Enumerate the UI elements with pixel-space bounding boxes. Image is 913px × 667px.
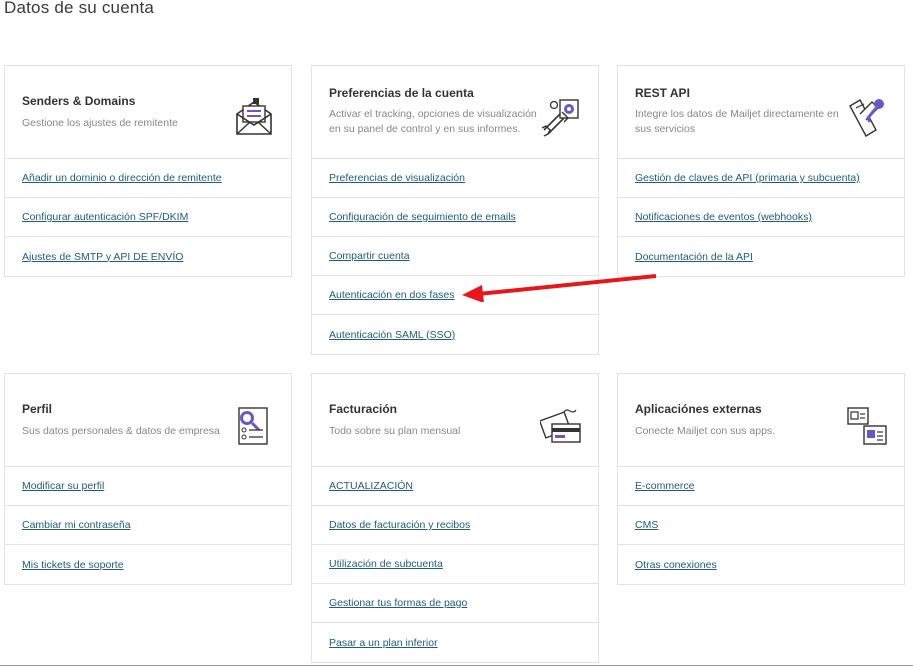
card-link-row: Otras conexiones [618,545,904,584]
card-link-row: CMS [618,506,904,545]
card-link-row: ACTUALIZACIÓN [312,467,598,506]
link-support-tickets[interactable]: Mis tickets de soporte [22,559,124,571]
api-keys-icon [849,99,884,137]
card-title: Facturación [329,402,398,416]
card-header: REST API Integre los datos de Mailjet di… [618,66,904,159]
card-description: Integre los datos de Mailjet directament… [635,108,839,135]
envelope-icon [236,98,272,135]
card-title: Preferencias de la cuenta [329,86,474,100]
card-senders-domains: Senders & Domains Gestione los ajustes d… [4,65,292,277]
card-title: Aplicaciónes externas [635,402,762,416]
card-link-row: Pasar a un plan inferior [312,623,598,662]
card-link-row: Gestión de claves de API (primaria y sub… [618,159,904,198]
card-link-row: Autenticación SAML (SSO) [312,315,598,354]
card-link-row: Notificaciones de eventos (webhooks) [618,198,904,237]
card-link-row: Modificar su perfil [5,467,291,506]
card-title: REST API [635,86,690,100]
card-description: Conecte Mailjet con sus apps. [635,425,776,437]
billing-card-icon [540,409,581,443]
external-apps-icon [847,407,887,445]
card-title: Senders & Domains [22,94,136,108]
card-link-row: Preferencias de visualización [312,159,598,198]
card-link-row: Utilización de subcuenta [312,545,598,584]
card-link-row: Datos de facturación y recibos [312,506,598,545]
card-header: Perfil Sus datos personales & datos de e… [5,374,291,467]
card-description: Sus datos personales & datos de empresa [22,425,220,437]
link-webhooks[interactable]: Notificaciones de eventos (webhooks) [635,211,812,223]
card-billing: Facturación Todo sobre su plan mensual A… [311,373,599,663]
link-share-account[interactable]: Compartir cuenta [329,250,410,262]
card-link-row: Configurar autenticación SPF/DKIM [5,198,291,237]
link-billing-details[interactable]: Datos de facturación y recibos [329,519,470,531]
link-api-keys[interactable]: Gestión de claves de API (primaria y sub… [635,172,860,184]
link-saml-sso[interactable]: Autenticación SAML (SSO) [329,329,455,341]
card-header: Aplicaciónes externas Conecte Mailjet co… [618,374,904,467]
card-rest-api: REST API Integre los datos de Mailjet di… [617,65,905,277]
link-payment-methods[interactable]: Gestionar tus formas de pago [329,597,467,609]
link-two-factor-auth[interactable]: Autenticación en dos fases [329,289,455,301]
link-upgrade[interactable]: ACTUALIZACIÓN [329,480,413,492]
link-smtp-api[interactable]: Ajustes de SMTP y API DE ENVÍO [22,251,183,263]
card-profile: Perfil Sus datos personales & datos de e… [4,373,292,585]
card-header: Preferencias de la cuenta Activar el tra… [312,66,598,159]
link-downgrade-plan[interactable]: Pasar a un plan inferior [329,637,438,649]
card-description: Gestione los ajustes de remitente [22,117,178,129]
card-account-preferences: Preferencias de la cuenta Activar el tra… [311,65,599,355]
bottom-divider [0,665,913,666]
card-header: Facturación Todo sobre su plan mensual [312,374,598,467]
card-link-row: Añadir un dominio o dirección de remiten… [5,159,291,198]
card-link-row: Gestionar tus formas de pago [312,584,598,623]
card-title: Perfil [22,402,53,416]
card-description: Activar el tracking, opciones de visuali… [329,108,537,135]
link-subaccount-usage[interactable]: Utilización de subcuenta [329,558,443,570]
page-title: Datos de su cuenta [4,0,155,17]
link-api-docs[interactable]: Documentación de la API [635,251,753,263]
link-spf-dkim[interactable]: Configurar autenticación SPF/DKIM [22,211,188,223]
profile-search-icon [238,407,268,445]
link-ecommerce[interactable]: E-commerce [635,480,695,492]
link-change-password[interactable]: Cambiar mi contraseña [22,519,131,531]
card-link-row: E-commerce [618,467,904,506]
link-add-domain[interactable]: Añadir un dominio o dirección de remiten… [22,172,222,184]
card-link-row: Cambiar mi contraseña [5,506,291,545]
link-cms[interactable]: CMS [635,519,658,531]
link-email-tracking[interactable]: Configuración de seguimiento de emails [329,211,516,223]
annotation-arrow [462,274,657,302]
link-edit-profile[interactable]: Modificar su perfil [22,480,104,492]
card-external-apps: Aplicaciónes externas Conecte Mailjet co… [617,373,905,585]
card-link-row: Configuración de seguimiento de emails [312,198,598,237]
card-description: Todo sobre su plan mensual [329,425,461,437]
card-link-row: Ajustes de SMTP y API DE ENVÍO [5,237,291,276]
card-link-row: Mis tickets de soporte [5,545,291,584]
link-display-preferences[interactable]: Preferencias de visualización [329,172,465,184]
settings-wrench-icon [541,99,579,137]
card-header: Senders & Domains Gestione los ajustes d… [5,66,291,159]
card-link-row: Documentación de la API [618,237,904,276]
link-other-connections[interactable]: Otras conexiones [635,559,717,571]
